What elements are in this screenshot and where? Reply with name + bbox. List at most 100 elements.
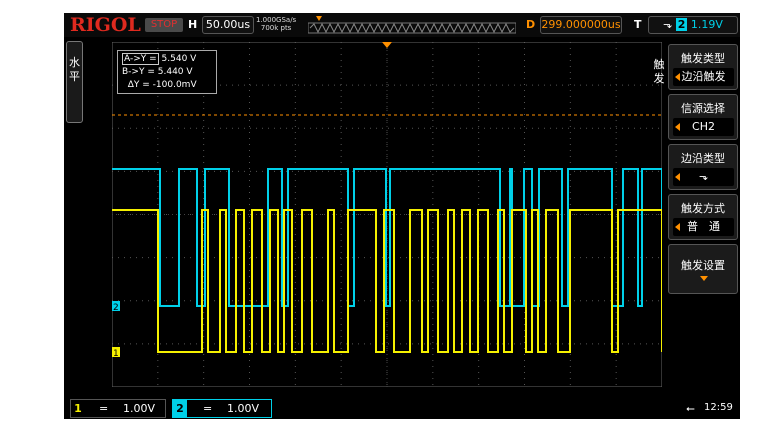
grid-dot <box>412 127 413 129</box>
grid-dot <box>220 127 221 129</box>
grid-dot <box>148 300 149 302</box>
grid-dot <box>340 138 342 139</box>
grid-dot <box>203 384 205 385</box>
grid-dot <box>244 170 245 172</box>
grid-dot <box>118 170 119 172</box>
menu-source-select[interactable]: 信源选择 CH2 <box>668 94 738 140</box>
grid-dot <box>298 84 299 86</box>
menu-trigger-setup[interactable]: 触发设置 <box>668 244 738 294</box>
grid-dot <box>615 180 617 181</box>
grid-dot <box>340 246 342 247</box>
grid-dot <box>592 257 593 259</box>
grid-dot <box>524 372 525 373</box>
grid-dot <box>569 108 571 109</box>
grid-dot <box>616 257 617 259</box>
menu-trigger-type[interactable]: 触发类型 边沿触发 <box>668 44 738 90</box>
grid-dot <box>340 96 342 97</box>
ch2-status[interactable]: 2 = 1.00V <box>172 399 272 418</box>
grid-dot <box>382 214 383 215</box>
grid-dot <box>615 246 617 247</box>
grid-dot <box>615 162 617 163</box>
grid-dot <box>610 257 611 259</box>
grid-dot <box>615 60 617 61</box>
grid-dot <box>628 300 629 302</box>
grid-dot <box>249 54 250 55</box>
grid-dot <box>418 127 419 129</box>
grid-dot <box>569 144 571 145</box>
grid-dot <box>622 84 623 86</box>
grid-dot <box>298 127 299 129</box>
grid-dot <box>569 90 571 91</box>
grid-dot <box>232 170 233 172</box>
grid-dot <box>628 84 629 86</box>
grid-dot <box>432 138 434 139</box>
grid-dot <box>598 257 599 259</box>
grid-dot <box>432 384 434 385</box>
grid-dot <box>249 318 250 319</box>
grid-dot <box>524 138 525 139</box>
grid-dot <box>160 343 161 345</box>
grid-dot <box>460 84 461 86</box>
grid-dot <box>490 343 491 345</box>
timebase-value[interactable]: 50.00us <box>202 16 254 34</box>
grid-dot <box>286 84 287 86</box>
menu-edge-type[interactable]: 边沿类型 ⬎ <box>668 144 738 190</box>
grid-dot <box>214 127 215 129</box>
menu-title: 触发 <box>653 58 665 85</box>
grid-dot <box>520 84 521 86</box>
grid-dot <box>334 127 335 129</box>
grid-dot <box>514 214 515 215</box>
grid-dot <box>166 170 167 172</box>
menu-trigger-mode[interactable]: 触发方式 普 通 <box>668 194 738 240</box>
grid-dot <box>370 300 371 302</box>
grid-dot <box>524 162 525 163</box>
delay-value[interactable]: 299.000000us <box>540 16 622 34</box>
grid-dot <box>490 214 491 215</box>
grid-dot <box>148 257 149 259</box>
ch1-status[interactable]: 1 = 1.00V <box>70 399 166 418</box>
grid-dot <box>514 84 515 86</box>
run-stop-indicator[interactable]: STOP <box>145 18 183 32</box>
grid-dot <box>340 84 341 86</box>
grid-dot <box>294 84 296 85</box>
grid-dot <box>604 300 605 302</box>
trigger-status[interactable]: ⬎ 2 1.19V <box>648 16 738 34</box>
grid-dot <box>550 300 551 302</box>
grid-dot <box>130 170 131 172</box>
ch1-scale: 1.00V <box>123 402 156 415</box>
grid-dot <box>524 84 525 85</box>
grid-dot <box>136 257 137 259</box>
grid-dot <box>432 282 434 283</box>
grid-dot <box>615 378 617 379</box>
horizontal-menu-tab[interactable]: 水平 <box>66 41 83 123</box>
grid-dot <box>568 84 569 86</box>
grid-dot <box>514 343 515 345</box>
grid-dot <box>432 330 434 331</box>
grid-dot <box>400 257 401 259</box>
ch2-waveform <box>112 168 662 307</box>
grid-dot <box>418 300 419 302</box>
grid-dot <box>157 186 159 187</box>
grid-dot <box>615 252 617 253</box>
grid-dot <box>478 54 480 55</box>
grid-dot <box>478 378 480 379</box>
grid-dot <box>370 170 371 172</box>
grid-dot <box>386 372 388 373</box>
grid-dot <box>376 127 377 129</box>
grid-dot <box>496 257 497 259</box>
grid-dot <box>432 234 434 235</box>
grid-dot <box>615 324 617 325</box>
ch1-coupling: = <box>99 402 109 415</box>
grid-dot <box>604 84 605 86</box>
grid-dot <box>478 48 480 49</box>
grid-dot <box>569 126 571 127</box>
grid-dot <box>652 127 653 129</box>
grid-dot <box>526 170 527 172</box>
grid-dot <box>322 214 323 215</box>
grid-dot <box>340 126 342 127</box>
grid-dot <box>524 108 525 109</box>
grid-dot <box>424 343 425 345</box>
grid-dot <box>256 170 257 172</box>
grid-dot <box>203 360 205 361</box>
grid-dot <box>615 96 617 97</box>
